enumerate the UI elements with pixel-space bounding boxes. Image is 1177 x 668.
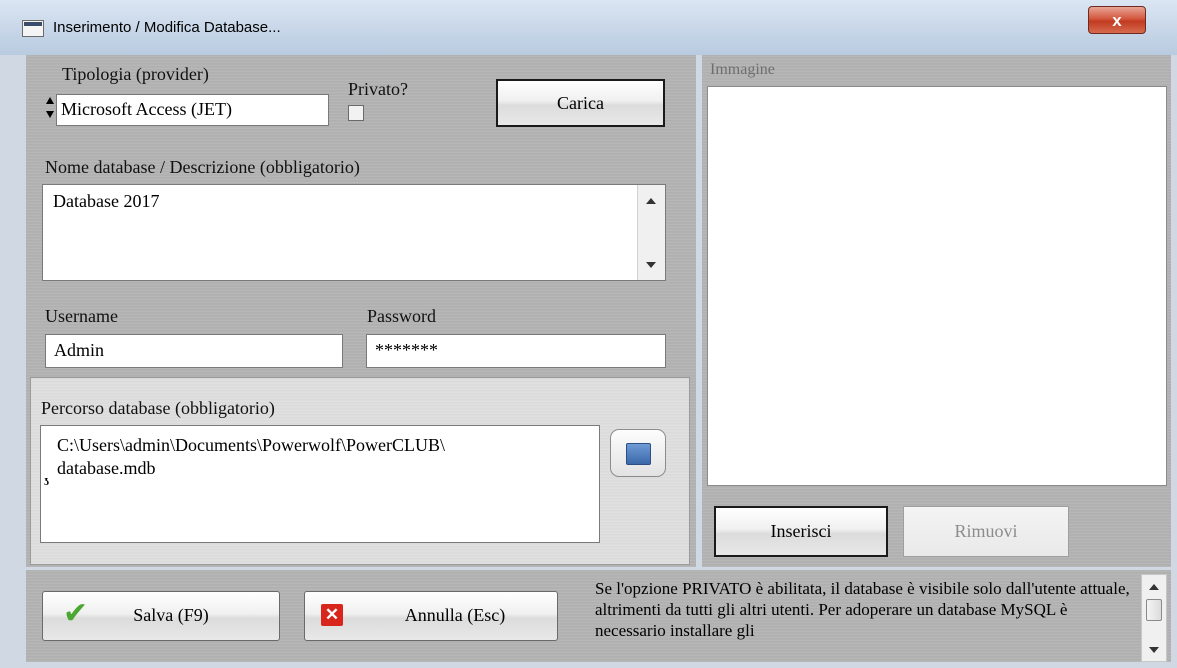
username-field[interactable]: Admin	[45, 334, 343, 368]
window-title: Inserimento / Modifica Database...	[53, 19, 281, 36]
password-field[interactable]: *******	[366, 334, 666, 368]
info-scrollbar[interactable]	[1141, 574, 1167, 662]
description-scrollbar[interactable]	[637, 185, 665, 280]
check-icon: ✔	[63, 597, 89, 630]
description-value: Database 2017	[53, 191, 160, 211]
info-scroll-up-icon[interactable]	[1149, 584, 1159, 590]
provider-label: Tipologia (provider)	[62, 64, 209, 84]
scroll-down-icon[interactable]	[646, 262, 656, 268]
info-text: Se l'opzione PRIVATO è abilitata, il dat…	[595, 579, 1130, 640]
remove-image-button[interactable]: Rimuovi	[903, 506, 1069, 557]
path-line-1: C:\Users\admin\Documents\Powerwolf\Power…	[57, 435, 445, 455]
username-label: Username	[45, 306, 118, 326]
info-scroll-down-icon[interactable]	[1149, 647, 1159, 653]
description-label: Nome database / Descrizione (obbligatori…	[45, 157, 360, 177]
private-label: Privato?	[348, 79, 408, 99]
load-button[interactable]: Carica	[496, 79, 665, 127]
image-preview	[707, 86, 1167, 486]
cancel-button[interactable]: ✕ Annulla (Esc)	[304, 591, 558, 641]
spin-down-icon[interactable]	[46, 111, 54, 118]
app-window-icon	[22, 20, 44, 37]
scroll-up-icon[interactable]	[646, 198, 656, 204]
image-label: Immagine	[710, 61, 775, 78]
save-button-label: Salva (F9)	[133, 605, 209, 625]
path-label: Percorso database (obbligatorio)	[41, 398, 275, 418]
path-textarea[interactable]: C:\Users\admin\Documents\Powerwolf\Power…	[40, 425, 600, 543]
folder-icon	[626, 443, 651, 465]
cancel-button-label: Annulla (Esc)	[404, 605, 506, 625]
browse-folder-button[interactable]	[610, 429, 666, 477]
private-checkbox[interactable]	[348, 105, 364, 121]
cancel-x-icon: ✕	[321, 604, 343, 626]
provider-field[interactable]: Microsoft Access (JET)	[56, 94, 329, 126]
save-button[interactable]: ✔ Salva (F9)	[42, 591, 280, 641]
text-cursor-icon: ʖ	[44, 476, 49, 488]
provider-spinner[interactable]	[46, 95, 54, 123]
spin-up-icon[interactable]	[46, 97, 54, 104]
path-line-2: database.mdb	[57, 458, 156, 478]
description-textarea[interactable]: Database 2017	[42, 184, 666, 281]
insert-image-button[interactable]: Inserisci	[714, 506, 888, 557]
close-button[interactable]: x	[1088, 6, 1146, 34]
password-label: Password	[367, 306, 437, 326]
info-scroll-thumb[interactable]	[1146, 599, 1162, 621]
